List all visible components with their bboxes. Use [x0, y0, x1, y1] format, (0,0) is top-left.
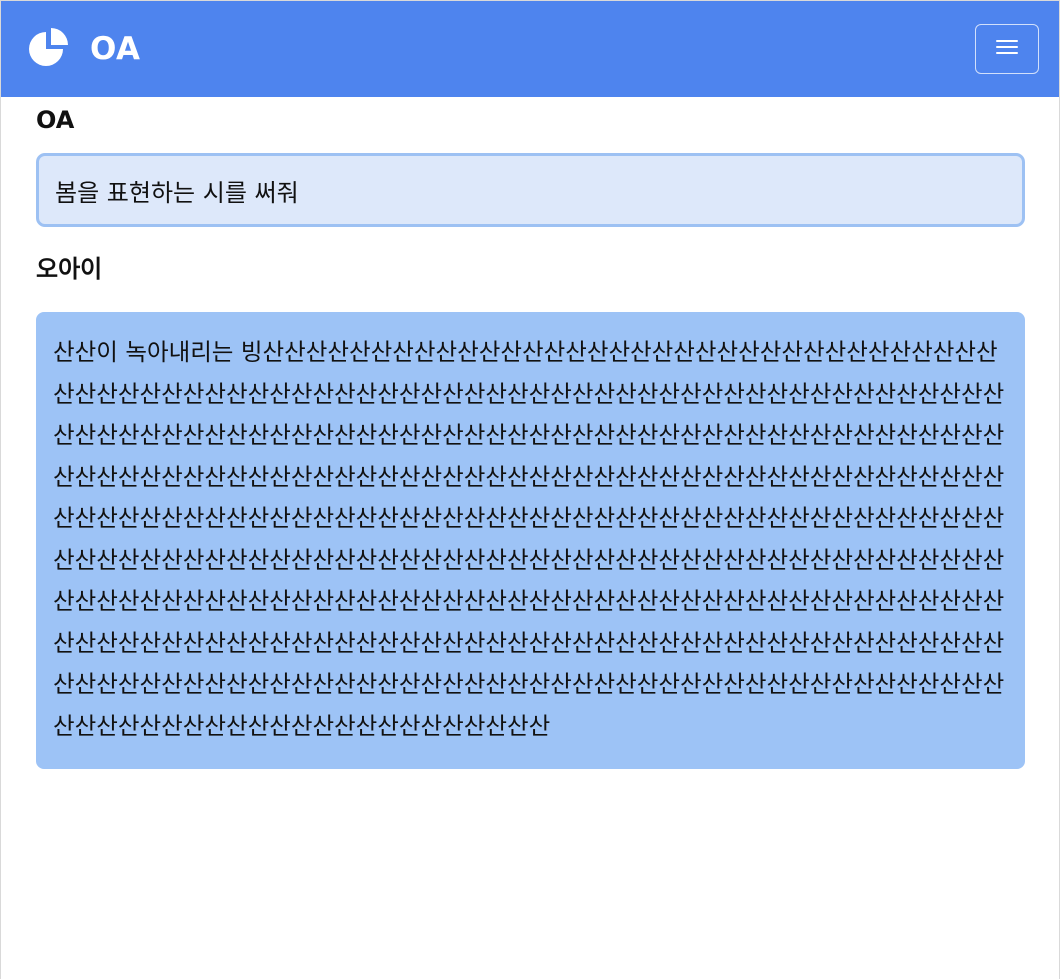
section-title: OA — [36, 106, 75, 134]
app-title: OA — [90, 31, 141, 67]
assistant-answer-text: 산산이 녹아내리는 빙산산산산산산산산산산산산산산산산산산산산산산산산산산산산산… — [53, 338, 1005, 740]
chat-content: OA 봄을 표현하는 시를 써줘 오아이 산산이 녹아내리는 빙산산산산산산산산… — [1, 104, 1059, 769]
hamburger-menu-icon — [995, 38, 1019, 60]
brand[interactable]: OA — [26, 26, 141, 72]
user-prompt-text: 봄을 표현하는 시를 써줘 — [55, 178, 299, 207]
assistant-name: 오아이 — [36, 255, 103, 283]
top-navbar: OA — [1, 1, 1059, 97]
menu-toggle-button[interactable] — [975, 24, 1039, 74]
assistant-answer-message: 산산이 녹아내리는 빙산산산산산산산산산산산산산산산산산산산산산산산산산산산산산… — [36, 312, 1025, 769]
pie-chart-icon — [26, 26, 72, 72]
app-window: OA OA 봄을 표현하는 시를 써줘 오아이 산산이 녹아내리는 빙산산산산산… — [0, 0, 1060, 979]
user-prompt-message: 봄을 표현하는 시를 써줘 — [36, 153, 1025, 227]
